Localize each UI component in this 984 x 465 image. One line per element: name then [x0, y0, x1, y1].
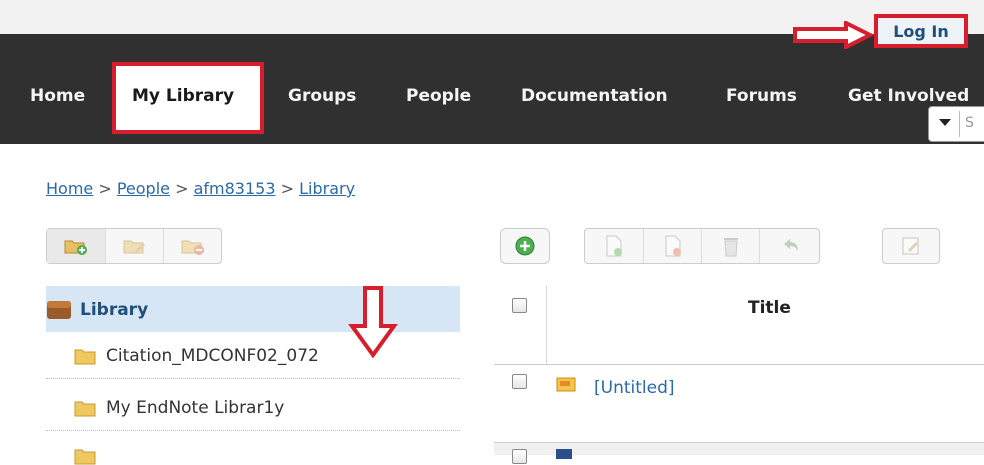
nav-get-involved[interactable]: Get Involved [848, 86, 969, 106]
nav-people[interactable]: People [406, 86, 471, 106]
breadcrumb-user[interactable]: afm83153 [194, 179, 276, 198]
column-divider [546, 286, 547, 364]
new-collection-button[interactable] [47, 229, 105, 263]
collection-toolbar [46, 228, 222, 264]
breadcrumb-separator: > [98, 179, 112, 198]
breadcrumb-home[interactable]: Home [46, 179, 93, 198]
table-row[interactable] [494, 442, 984, 464]
restore-button[interactable] [759, 229, 820, 263]
edit-collection-button[interactable] [105, 229, 164, 263]
row-checkbox[interactable] [512, 374, 527, 389]
row-checkbox[interactable] [512, 449, 527, 464]
tree-library-label: Library [80, 300, 149, 320]
undo-icon [784, 239, 798, 251]
search-input[interactable]: S [965, 115, 974, 131]
plus-circle-icon [515, 236, 535, 256]
document-remove-icon [665, 235, 681, 257]
nav-documentation[interactable]: Documentation [521, 86, 668, 106]
tree-collection-label: My EndNote Librar1y [106, 398, 285, 418]
trash-button[interactable] [701, 229, 760, 263]
item-actions-group [584, 228, 820, 264]
login-button[interactable]: Log In [874, 14, 968, 48]
add-item-button[interactable] [501, 229, 549, 263]
add-item-group [500, 228, 550, 264]
document-add-icon [606, 235, 622, 257]
folder-add-icon [64, 240, 87, 255]
new-note-button[interactable] [883, 229, 939, 263]
tree-collection-item-partial[interactable] [46, 440, 460, 465]
note-group [882, 228, 940, 264]
tree-collection-label: Citation_MDCONF02_072 [106, 346, 319, 366]
document-icon [556, 449, 572, 459]
trash-icon [724, 238, 738, 257]
main-nav: Home My Library Groups People Documentat… [0, 34, 984, 144]
breadcrumb-separator: > [175, 179, 189, 198]
breadcrumb-people[interactable]: People [117, 179, 170, 198]
folder-edit-icon [123, 240, 145, 254]
delete-collection-button[interactable] [163, 229, 222, 263]
remove-from-collection-button[interactable] [643, 229, 702, 263]
select-all-checkbox[interactable] [512, 298, 527, 313]
breadcrumb: Home > People > afm83153 > Library [46, 179, 355, 198]
breadcrumb-separator: > [280, 179, 295, 198]
nav-groups[interactable]: Groups [288, 86, 356, 106]
login-label: Log In [893, 21, 949, 41]
library-icon [47, 301, 71, 319]
tree-collection-item[interactable]: My EndNote Librar1y [46, 386, 460, 431]
folder-remove-icon [181, 240, 204, 255]
note-edit-icon [902, 237, 919, 255]
item-title-link[interactable]: [Untitled] [594, 378, 675, 398]
column-header-title[interactable]: Title [748, 298, 791, 318]
nav-forums[interactable]: Forums [726, 86, 797, 106]
document-icon [556, 377, 576, 392]
search-box[interactable]: S [928, 106, 984, 142]
nav-home[interactable]: Home [30, 86, 85, 106]
folder-icon [74, 349, 96, 365]
annotation-arrow-down-icon [348, 286, 398, 358]
folder-icon [74, 449, 96, 465]
chevron-down-icon[interactable] [939, 119, 951, 126]
nav-my-library[interactable]: My Library [112, 62, 264, 134]
items-table-header: Title [494, 286, 984, 365]
annotation-arrow-right-icon [793, 21, 874, 49]
breadcrumb-library[interactable]: Library [299, 179, 355, 198]
add-to-collection-button[interactable] [585, 229, 643, 263]
folder-icon [74, 401, 96, 417]
nav-my-library-label: My Library [132, 86, 235, 106]
search-divider [959, 111, 960, 137]
